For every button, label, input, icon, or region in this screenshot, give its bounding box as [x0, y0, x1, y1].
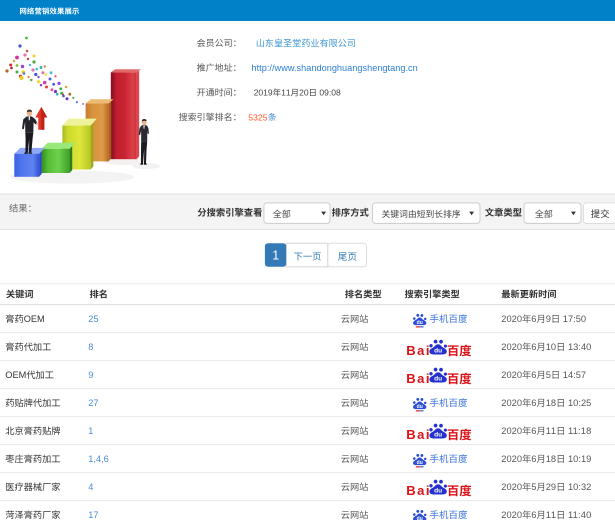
svg-text:18: 18: [546, 454, 556, 464]
svg-text:8: 8: [88, 342, 93, 352]
svg-text:5: 5: [546, 370, 551, 380]
svg-text:6: 6: [531, 510, 536, 520]
svg-text:9: 9: [546, 314, 551, 324]
svg-text:4: 4: [88, 482, 93, 492]
svg-text:10:25: 10:25: [568, 398, 591, 408]
svg-text:10:32: 10:32: [568, 482, 591, 492]
svg-text:2020: 2020: [501, 454, 522, 464]
svg-text:17: 17: [88, 510, 98, 520]
svg-text:Bai: Bai: [406, 427, 429, 442]
svg-text:29: 29: [546, 482, 556, 492]
svg-text:OEM: OEM: [24, 314, 45, 324]
svg-text:09:08: 09:08: [319, 88, 341, 98]
svg-text:9: 9: [88, 370, 93, 380]
svg-text:25: 25: [88, 314, 98, 324]
svg-text:2020: 2020: [501, 314, 522, 324]
svg-text:6: 6: [531, 398, 536, 408]
svg-text:6: 6: [531, 342, 536, 352]
svg-text:27: 27: [88, 398, 98, 408]
svg-text:2020: 2020: [501, 482, 522, 492]
svg-text:2020: 2020: [501, 370, 522, 380]
svg-text:11:18: 11:18: [568, 426, 591, 436]
svg-text:5325: 5325: [248, 112, 268, 122]
svg-text:6: 6: [531, 454, 536, 464]
svg-text:18: 18: [546, 398, 556, 408]
svg-text:6: 6: [531, 426, 536, 436]
svg-text:du: du: [434, 347, 442, 354]
svg-text:5: 5: [531, 482, 536, 492]
svg-text:6: 6: [531, 314, 536, 324]
svg-text:2020: 2020: [501, 398, 522, 408]
svg-text:11:40: 11:40: [568, 510, 591, 520]
svg-text:Bai: Bai: [406, 483, 429, 498]
svg-text:2020: 2020: [501, 510, 522, 520]
svg-text:Bai: Bai: [406, 343, 429, 358]
svg-text:13:40: 13:40: [568, 342, 591, 352]
svg-text:du: du: [417, 404, 423, 410]
svg-text:11: 11: [546, 426, 556, 436]
svg-text:10: 10: [546, 342, 556, 352]
svg-text:OEM: OEM: [5, 370, 26, 380]
svg-text:17:50: 17:50: [563, 314, 586, 324]
svg-text:du: du: [417, 320, 423, 326]
svg-text:2019: 2019: [254, 88, 273, 98]
svg-text:du: du: [434, 431, 442, 438]
svg-text:du: du: [434, 375, 442, 382]
svg-text:du: du: [434, 487, 442, 494]
svg-text:Bai: Bai: [406, 371, 429, 386]
svg-text:du: du: [417, 460, 423, 466]
svg-text:10:19: 10:19: [568, 454, 591, 464]
svg-text:11: 11: [281, 88, 291, 98]
svg-text:11: 11: [546, 510, 556, 520]
svg-text:2020: 2020: [501, 426, 522, 436]
svg-text:2020: 2020: [501, 342, 522, 352]
svg-text:20: 20: [299, 88, 309, 98]
svg-text:du: du: [417, 516, 423, 520]
svg-text:http://www.shandonghuangshengt: http://www.shandonghuangshengtang.cn: [252, 63, 418, 73]
svg-text:14:57: 14:57: [563, 370, 586, 380]
svg-text:1,4,6: 1,4,6: [88, 454, 109, 464]
svg-text:1: 1: [88, 426, 93, 436]
svg-text:1: 1: [272, 249, 279, 263]
svg-text:6: 6: [531, 370, 536, 380]
